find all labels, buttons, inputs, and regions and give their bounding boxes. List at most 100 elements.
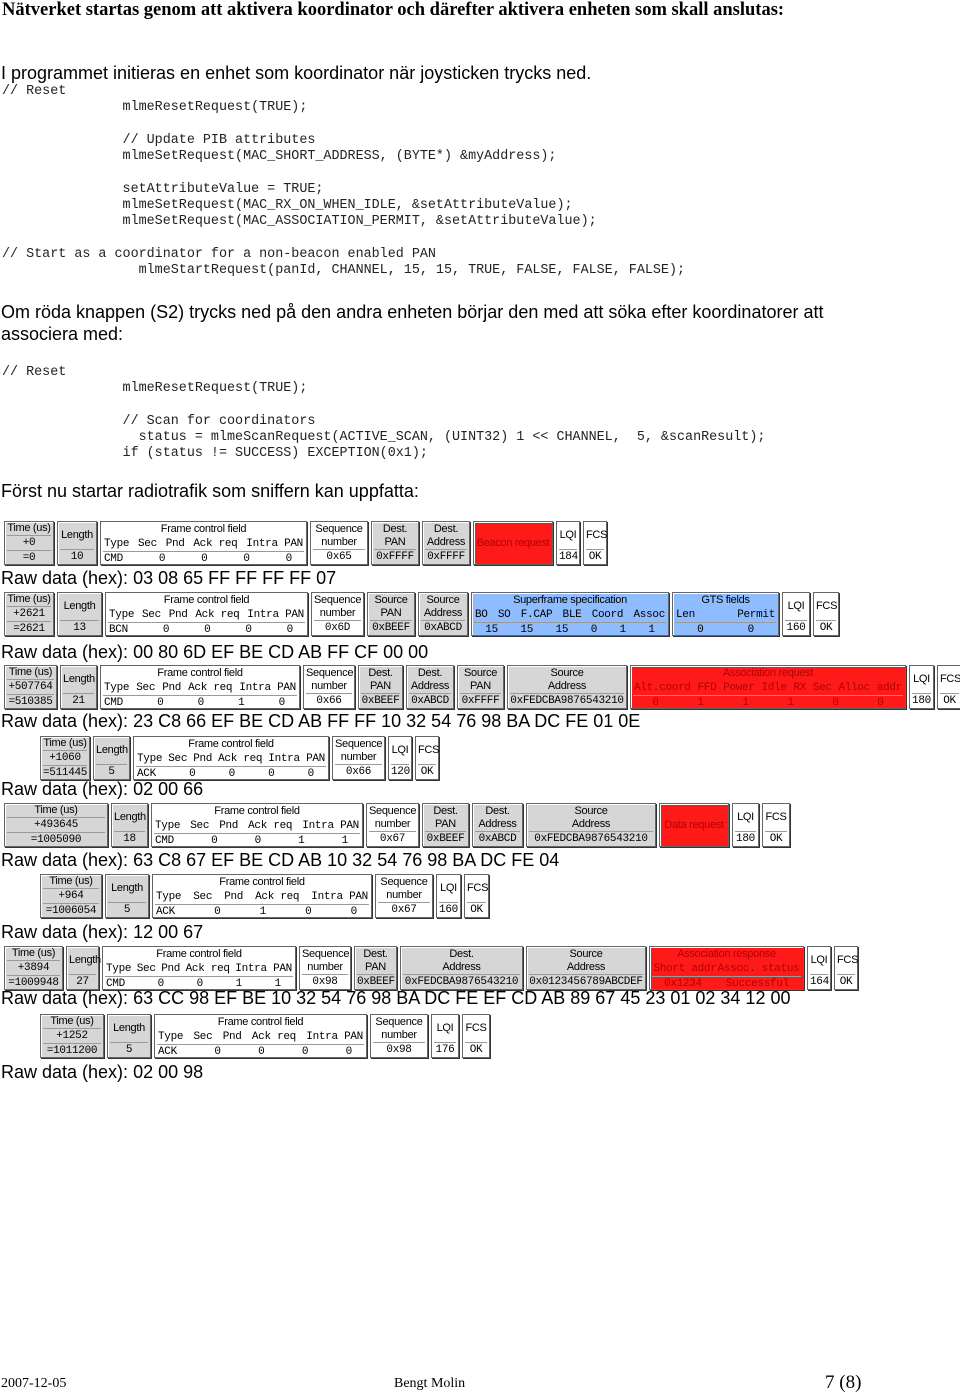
source-address-cell: Source Address 0xABCD bbox=[418, 592, 468, 636]
source-address-cell-label-2: Address bbox=[571, 817, 611, 830]
code-line: // Start as a coordinator for a non-beac… bbox=[2, 246, 436, 262]
fcf-value: 0 bbox=[162, 624, 170, 636]
length-cell-header: Length bbox=[60, 593, 99, 621]
fcf-field-label: Type bbox=[156, 891, 182, 903]
fcf-value: 0 bbox=[285, 553, 293, 565]
lqi-cell: LQI 176 bbox=[431, 1014, 459, 1058]
time-cell: Time (us) +493645 =1005090 bbox=[4, 803, 108, 847]
lqi-cell-value: 120 bbox=[391, 766, 410, 778]
fcf-field-label: Type bbox=[106, 963, 132, 975]
dest-address-cell-value: 0xABCD bbox=[411, 695, 449, 707]
frame-control-cell: Frame control field Type Sec Pnd Ack req Intr… bbox=[105, 592, 308, 636]
raw-data-line: Raw data (hex): 63 CC 98 EF BE 10 32 54 … bbox=[1, 988, 790, 1008]
fcs-cell-header: FCS bbox=[837, 947, 858, 975]
superframe-field-label: Assoc bbox=[633, 609, 665, 621]
dest-pan-cell-value: 0xFFFF bbox=[376, 551, 414, 563]
fcf-field-label: Pnd bbox=[168, 609, 188, 621]
sequence-cell-label-2: number bbox=[311, 679, 347, 692]
raw-data-prefix: Raw data (hex): bbox=[1, 642, 134, 662]
fcf-value: 0 bbox=[214, 906, 221, 918]
frame-control-fields: Type Sec Pnd Ack req Intra PAN bbox=[155, 890, 369, 904]
source-address-cell-header: Source Address bbox=[529, 804, 653, 832]
frame-control-values: CMD 0 0 1 0 bbox=[103, 695, 297, 710]
intro-paragraph: I programmet initieras en enhet som koor… bbox=[1, 63, 592, 83]
code-line: // Reset bbox=[2, 84, 67, 99]
raw-data-hex: 63 CC 98 EF BE 10 32 54 76 98 BA DC FE E… bbox=[133, 988, 791, 1008]
time-absolute: =511445 bbox=[43, 767, 88, 779]
lqi-cell-label: LQI bbox=[559, 529, 577, 541]
fcf-field-label: Ack req bbox=[188, 682, 233, 694]
dest-address-cell: Dest. Address 0xFFFF bbox=[422, 521, 470, 565]
frame-control-fields: Type Sec Pnd Ack req Intra PAN bbox=[157, 1030, 364, 1044]
dest-pan-cell: Dest. PAN 0xFFFF bbox=[371, 521, 419, 565]
fcf-field-label: Pnd bbox=[222, 1031, 242, 1043]
source-pan-cell-value: 0xBEEF bbox=[372, 622, 410, 634]
fcf-field-label: Type bbox=[137, 753, 163, 765]
time-relative: +964 bbox=[43, 889, 99, 904]
code-line: mlmeSetRequest(MAC_ASSOCIATION_PERMIT, &… bbox=[2, 214, 597, 230]
fcf-field-label: Type bbox=[158, 1031, 184, 1043]
fcf-value: 1 bbox=[259, 906, 267, 918]
sequence-cell-label-2: number bbox=[321, 535, 357, 548]
assoc-value: 1 bbox=[697, 697, 704, 709]
sequence-cell-header: Sequence number bbox=[373, 1015, 425, 1043]
sequence-cell-value: 0x67 bbox=[379, 833, 406, 845]
packet-row: Time (us) +3894 =1009948 Length 27 Frame cont… bbox=[4, 946, 861, 990]
raw-data-prefix: Raw data (hex): bbox=[1, 568, 134, 588]
sequence-cell: Sequence number 0x67 bbox=[375, 874, 433, 918]
fcs-cell-label: FCS bbox=[465, 1022, 487, 1034]
frame-control-cell: Frame control field Type Sec Pnd Ack req Intr… bbox=[100, 665, 300, 709]
length-cell: Length 21 bbox=[60, 665, 97, 709]
length-cell-label: Length bbox=[111, 882, 143, 894]
scan-paragraph: Om röda knappen (S2) trycks ned på den a… bbox=[1, 302, 824, 344]
frame-control-cell: Frame control field Type Sec Pnd Ack req Intr… bbox=[100, 521, 307, 565]
time-label: Time (us) bbox=[43, 737, 87, 749]
assoc-resp-field-label: Short addr bbox=[653, 963, 717, 975]
sequence-cell-header: Sequence number bbox=[369, 804, 416, 832]
fcf-value: CMD bbox=[104, 553, 123, 565]
fcf-value: 0 bbox=[307, 768, 315, 780]
frame-control-label: Frame control field bbox=[188, 738, 274, 750]
code-line: // Scan for coordinators bbox=[2, 413, 316, 429]
code-line: // Update PIB attributes bbox=[2, 132, 316, 148]
time-label: Time (us) bbox=[50, 1015, 94, 1027]
assoc-value: 1 bbox=[787, 697, 794, 709]
fcf-value: 0 bbox=[254, 835, 262, 847]
length-cell-label: Length bbox=[69, 954, 101, 966]
fcf-field-label: Pnd bbox=[162, 682, 182, 694]
assoc-field-label: Alloc bbox=[838, 682, 870, 694]
lqi-cell: LQI 180 bbox=[909, 665, 934, 709]
dest-address-cell-header: Dest. Address bbox=[475, 804, 520, 832]
fcs-cell-value: OK bbox=[769, 833, 783, 845]
source-address-cell-label-2: Address bbox=[547, 679, 587, 692]
length-cell-label: Length bbox=[63, 600, 96, 612]
time-header: Time (us) bbox=[7, 666, 54, 680]
fcf-value: 0 bbox=[157, 697, 164, 709]
source-address-cell-label: Source bbox=[569, 947, 603, 960]
dest-address-cell-label-2: Address bbox=[410, 679, 450, 692]
fcf-field-label: Sec bbox=[138, 538, 157, 550]
gts-fields: Len Permit bbox=[675, 608, 776, 622]
fcf-field-label: Intra PAN bbox=[247, 609, 304, 621]
superframe-value: 1 bbox=[648, 624, 655, 636]
frame-control-label: Frame control field bbox=[217, 1016, 304, 1028]
dest-pan-cell-header: Dest. PAN bbox=[357, 947, 394, 975]
association-response-cell: Association response Short addr Assoc. sta… bbox=[649, 946, 804, 990]
raw-data-hex: 12 00 67 bbox=[133, 922, 204, 942]
packet-row: Time (us) +0 =0 Length 10 Frame control field… bbox=[4, 521, 610, 565]
dest-address-cell-label: Dest. bbox=[449, 947, 474, 960]
association-request-fields: Alt.coord FFD Power Idle RX Sec Alloc addr bbox=[633, 681, 903, 695]
fcf-value: 0 bbox=[197, 697, 205, 709]
fcf-value: CMD bbox=[104, 697, 123, 709]
superframe-field-label: BLE bbox=[562, 609, 582, 621]
source-address-cell-header: Source Address bbox=[510, 666, 624, 694]
sequence-cell-label: Sequence bbox=[375, 1015, 423, 1028]
source-address-cell-header: Source Address bbox=[421, 593, 465, 621]
sequence-cell-label-2: number bbox=[319, 606, 356, 619]
raw-data-prefix: Raw data (hex): bbox=[1, 988, 134, 1008]
code-line: if (status != SUCCESS) EXCEPTION(0x1); bbox=[2, 446, 428, 462]
fcf-value: 0 bbox=[305, 906, 312, 918]
superframe-label: Superframe specification bbox=[513, 594, 627, 606]
dest-address-cell: Dest. Address 0xABCD bbox=[406, 665, 454, 709]
